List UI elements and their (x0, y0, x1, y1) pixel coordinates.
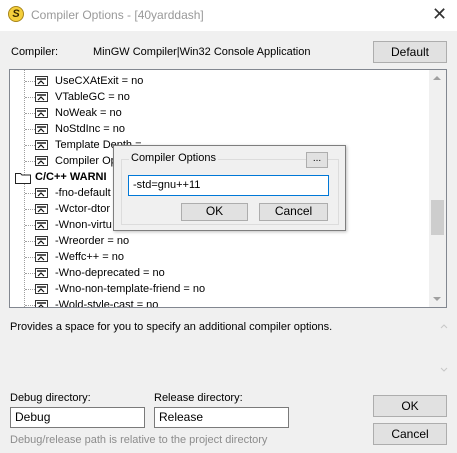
cancel-button[interactable]: Cancel (373, 423, 447, 445)
tree-scrollbar[interactable] (429, 70, 446, 307)
tree-line (25, 225, 35, 226)
scroll-up-icon[interactable] (433, 76, 441, 80)
tree-line (25, 81, 35, 82)
compiler-value: MinGW Compiler|Win32 Console Application (93, 46, 311, 58)
popup-cancel-button[interactable]: Cancel (259, 203, 328, 221)
tree-line (25, 305, 35, 306)
option-icon (35, 156, 49, 167)
ellipsis-button[interactable]: ... (306, 152, 328, 168)
scroll-down-icon[interactable] (433, 297, 441, 301)
scroll-thumb[interactable] (431, 200, 444, 235)
tree-option-item[interactable]: -Wold-style-cast = no (55, 297, 158, 307)
tree-option-item[interactable]: -fno-default (55, 185, 111, 201)
option-icon (35, 220, 49, 231)
ok-button[interactable]: OK (373, 395, 447, 417)
description-scrollbar[interactable] (438, 318, 450, 378)
compiler-label: Compiler: (11, 46, 59, 58)
tree-option-item[interactable]: -Wno-non-template-friend = no (55, 281, 205, 297)
sigma-icon: S (8, 6, 24, 22)
option-icon (35, 236, 49, 247)
release-directory-label: Release directory: (154, 392, 243, 404)
option-icon (35, 268, 49, 279)
release-directory-input[interactable]: Release (154, 407, 289, 428)
tree-line (25, 273, 35, 274)
compiler-options-input[interactable]: -std=gnu++11 (128, 175, 329, 196)
tree-line (25, 289, 35, 290)
tree-line (25, 241, 35, 242)
folder-icon (15, 171, 31, 184)
option-icon (35, 140, 49, 151)
option-icon (35, 124, 49, 135)
tree-line (25, 97, 35, 98)
default-button[interactable]: Default (373, 41, 447, 63)
tree-line (25, 129, 35, 130)
debug-directory-input[interactable]: Debug (10, 407, 145, 428)
option-icon (35, 188, 49, 199)
tree-line (25, 257, 35, 258)
tree-line (25, 145, 35, 146)
tree-line (25, 113, 35, 114)
popup-ok-button[interactable]: OK (181, 203, 248, 221)
tree-line (25, 209, 35, 210)
tree-option-item[interactable]: NoStdInc = no (55, 121, 125, 137)
debug-directory-label: Debug directory: (10, 392, 91, 404)
group-title: Compiler Options (129, 152, 218, 164)
title-bar: S Compiler Options - [40yarddash] ✕ (0, 0, 457, 31)
description-text: Provides a space for you to specify an a… (10, 321, 333, 333)
tree-option-item[interactable]: -Weffc++ = no (55, 249, 124, 265)
tree-option-item[interactable]: -Wctor-dtor (55, 201, 110, 217)
option-icon (35, 204, 49, 215)
option-icon (35, 284, 49, 295)
option-icon (35, 300, 49, 307)
tree-option-item[interactable]: VTableGC = no (55, 89, 130, 105)
tree-folder-item[interactable]: C/C++ WARNI (35, 169, 107, 185)
tree-option-item[interactable]: NoWeak = no (55, 105, 122, 121)
option-icon (35, 76, 49, 87)
close-icon[interactable]: ✕ (432, 4, 447, 25)
tree-option-item[interactable]: UseCXAtExit = no (55, 73, 143, 89)
tree-line (25, 161, 35, 162)
option-icon (35, 92, 49, 103)
tree-option-item[interactable]: -Wnon-virtu (55, 217, 112, 233)
tree-option-item[interactable]: -Wreorder = no (55, 233, 129, 249)
tree-option-item[interactable]: Compiler Op (55, 153, 117, 169)
option-icon (35, 108, 49, 119)
description-panel: Provides a space for you to specify an a… (0, 312, 457, 380)
option-icon (35, 252, 49, 263)
tree-line (25, 193, 35, 194)
compiler-options-popup: Compiler Options ... -std=gnu++11 OK Can… (113, 145, 346, 231)
path-hint: Debug/release path is relative to the pr… (10, 434, 268, 446)
tree-option-item[interactable]: -Wno-deprecated = no (55, 265, 165, 281)
window-title: Compiler Options - [40yarddash] (31, 8, 204, 22)
